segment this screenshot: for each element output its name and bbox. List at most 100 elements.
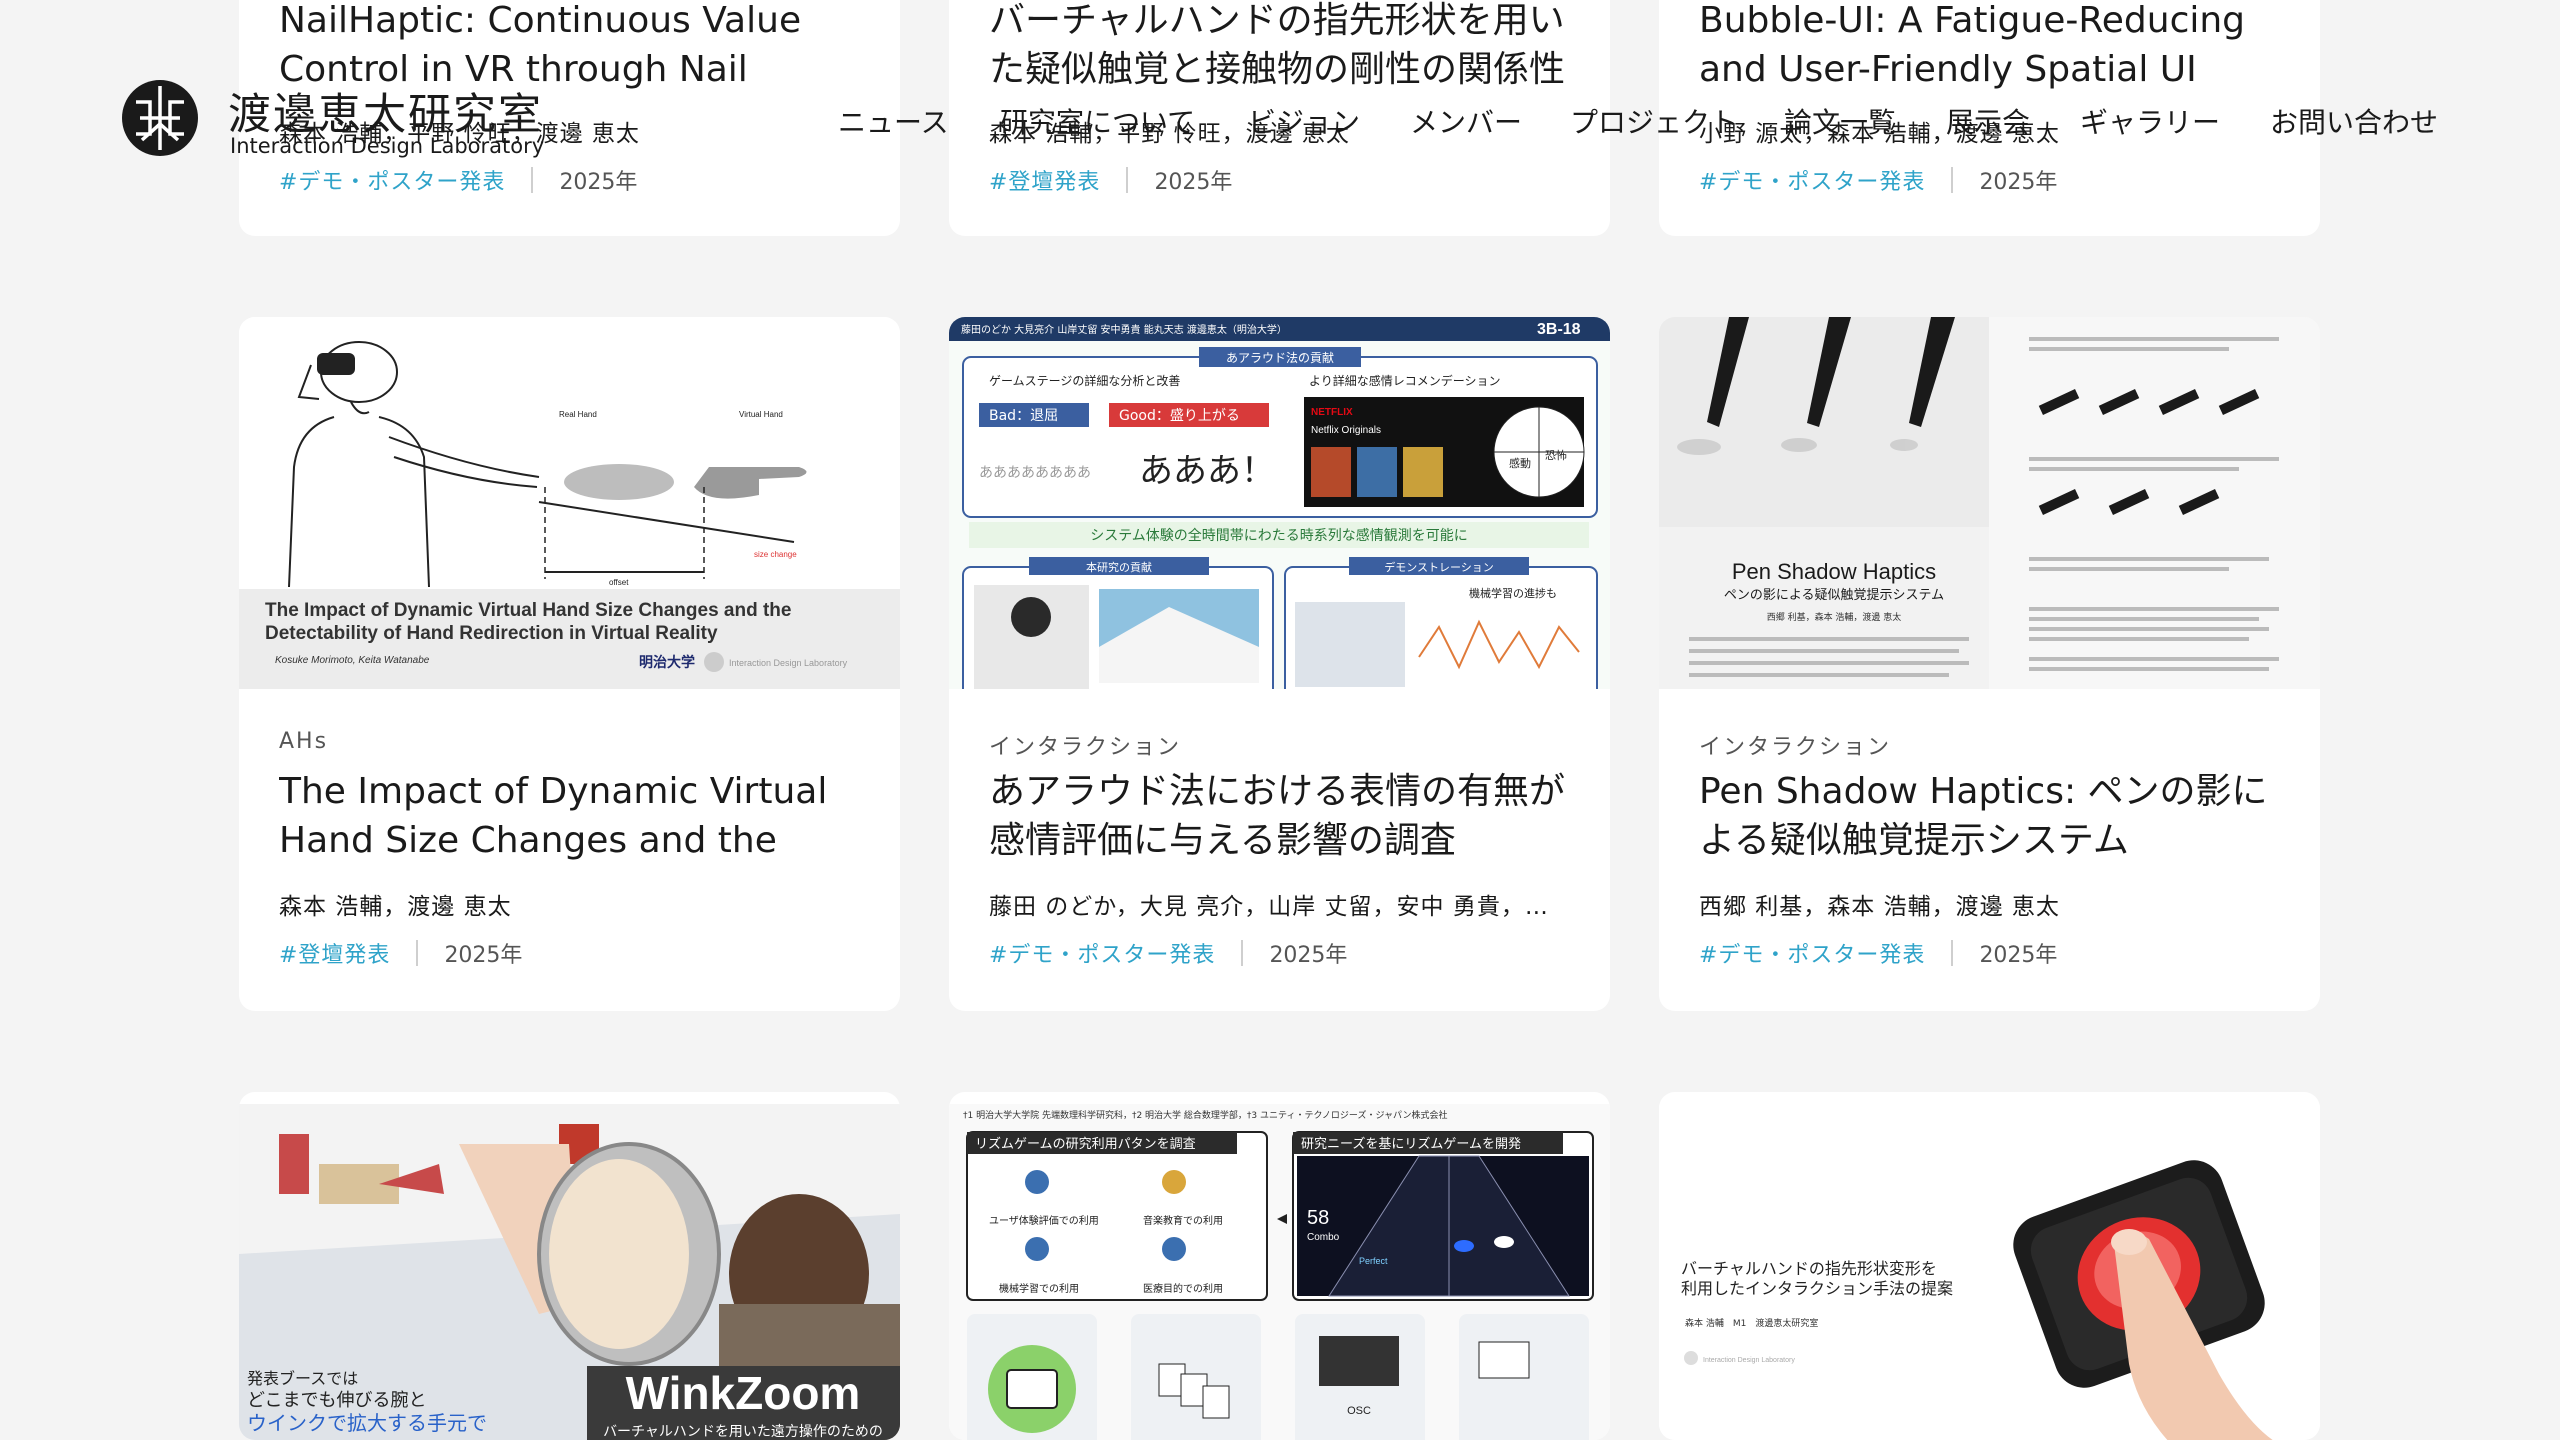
thumb-line: バーチャルハンドの指先形状変形を [1681, 1259, 1937, 1278]
thumb-combo-num: 58 [1307, 1207, 1329, 1229]
thumb-sub: バーチャルハンドを用いた遠方操作のための [603, 1424, 883, 1440]
thumb-good: Good：盛り上がる [1119, 408, 1240, 424]
thumb-originals: Netflix Originals [1311, 425, 1381, 436]
thumb-label: Real Hand [559, 410, 597, 419]
divider [1241, 940, 1244, 966]
thumb-line: どこまでも伸びる腕と [247, 1390, 426, 1411]
thumb-osc: OSC [1347, 1405, 1371, 1417]
divider [1126, 167, 1129, 193]
thumb-label: Virtual Hand [739, 410, 783, 419]
card-year: 2025年 [444, 943, 523, 968]
thumb-combo: Combo [1307, 1232, 1340, 1243]
thumb-lab: Interaction Design Laboratory [729, 658, 848, 668]
thumb-perfect: Perfect [1359, 1256, 1388, 1266]
thumb-big: WinkZoom [626, 1367, 861, 1419]
thumb-bad: Bad：退屈 [989, 408, 1058, 424]
card-tag[interactable]: #デモ・ポスター発表 [989, 937, 1215, 969]
thumb-label: offset [609, 578, 629, 587]
thumb-line: ウインクで拡大する手元で [247, 1411, 487, 1435]
card-tag[interactable]: #デモ・ポスター発表 [1699, 937, 1925, 969]
card-authors: 藤田 のどか，大見 亮介，山岸 丈留，安中 勇貴，能丸 天... [989, 894, 1570, 920]
project-card[interactable]: バーチャルハンドの指先形状変形を 利用したインタラクション手法の提案 森本 浩輔… [1659, 1092, 2320, 1440]
thumb-aaa: ああああああああ [979, 465, 1091, 481]
thumb-box: リズムゲームの研究利用パタンを調査 [975, 1136, 1196, 1152]
project-card[interactable]: 藤田のどか 大見亮介 山岸丈留 安中勇貴 能丸天志 渡邊恵太（明治大学） 3B-… [949, 317, 1610, 1011]
project-card[interactable]: Real Hand Virtual Hand offset size chang… [239, 317, 900, 1011]
card-tag[interactable]: #登壇発表 [279, 937, 390, 969]
thumb-ml: 機械学習の進捗も [1469, 586, 1557, 600]
nav-members[interactable]: メンバー [1410, 101, 1522, 141]
card-title[interactable]: Pen Shadow Haptics: ペンの影による疑似触覚提示システム [1699, 767, 2280, 865]
card-year: 2025年 [1269, 943, 1348, 968]
card-thumbnail[interactable]: Pen Shadow Haptics ペンの影による疑似触覚提示システム 西郷 … [1659, 317, 2320, 689]
thumb-title: Pen Shadow Haptics [1732, 559, 1936, 584]
thumb-netflix: NETFLIX [1311, 407, 1353, 418]
thumb-univ: 明治大学 [639, 654, 695, 670]
card-category: インタラクション [1699, 735, 1892, 760]
thumb-use: 医療目的での利用 [1143, 1282, 1223, 1295]
nav-papers[interactable]: 論文一覧 [1784, 101, 1896, 141]
nav-projects[interactable]: プロジェクト [1570, 101, 1738, 141]
thumb-big: あああ！ [1139, 451, 1275, 491]
thumb-use: 音楽教育での利用 [1143, 1214, 1223, 1227]
thumb-pie: 感動 [1509, 456, 1531, 470]
thumb-caption: The Impact of Dynamic Virtual Hand Size … [265, 600, 792, 644]
card-thumbnail[interactable]: Real Hand Virtual Hand offset size chang… [239, 317, 900, 689]
project-card[interactable]: Pen Shadow Haptics ペンの影による疑似触覚提示システム 西郷 … [1659, 317, 2320, 1011]
thumb-sub: ゲームステージの詳細な分析と改善 [989, 373, 1180, 388]
thumb-use: 機械学習での利用 [999, 1282, 1079, 1295]
thumb-authors: 藤田のどか 大見亮介 山岸丈留 安中勇貴 能丸天志 渡邊恵太（明治大学） [961, 323, 1287, 336]
divider [416, 940, 419, 966]
divider [531, 167, 534, 193]
card-tag[interactable]: #デモ・ポスター発表 [279, 164, 505, 196]
thumb-label: size change [754, 550, 797, 559]
card-tag[interactable]: #登壇発表 [989, 164, 1100, 196]
thumb-sub: より詳細な感情レコメンデーション [1309, 373, 1501, 388]
nav-gallery[interactable]: ギャラリー [2080, 101, 2220, 141]
lab-subtitle: Interaction Design Laboratory [230, 134, 545, 158]
card-thumbnail[interactable]: †1 明治大学大学院 先端数理科学研究科，†2 明治大学 総合数理学部，†3 ユ… [949, 1092, 1610, 1440]
card-thumbnail[interactable]: WinkZoom バーチャルハンドを用いた遠方操作のための 発表ブースでは どこ… [239, 1092, 900, 1440]
thumb-names: Kosuke Morimoto, Keita Watanabe [275, 655, 430, 666]
thumb-names: 森本 浩輔 M1 渡邊恵太研究室 [1685, 1317, 1818, 1329]
nav-vision[interactable]: ビジョン [1248, 101, 1360, 141]
card-category: インタラクション [989, 735, 1182, 760]
thumb-section: デモンストレーション [1384, 560, 1494, 574]
thumb-box: 研究ニーズを基にリズムゲームを開発 [1301, 1136, 1521, 1152]
thumb-use: ユーザ体験評価での利用 [989, 1214, 1099, 1227]
project-card[interactable]: †1 明治大学大学院 先端数理科学研究科，†2 明治大学 総合数理学部，†3 ユ… [949, 1092, 1610, 1440]
thumb-affil: †1 明治大学大学院 先端数理科学研究科，†2 明治大学 総合数理学部，†3 ユ… [963, 1109, 1447, 1121]
card-authors: 西郷 利基，森本 浩輔，渡邊 恵太 [1699, 894, 2060, 920]
card-tag[interactable]: #デモ・ポスター発表 [1699, 164, 1925, 196]
project-card[interactable]: WinkZoom バーチャルハンドを用いた遠方操作のための 発表ブースでは どこ… [239, 1092, 900, 1440]
lab-logo-icon[interactable] [120, 78, 200, 158]
card-year: 2025年 [1979, 170, 2058, 195]
thumb-line: 発表ブースでは [247, 1369, 358, 1388]
card-thumbnail[interactable]: バーチャルハンドの指先形状変形を 利用したインタラクション手法の提案 森本 浩輔… [1659, 1092, 2320, 1440]
card-title[interactable]: The Impact of Dynamic Virtual Hand Size … [279, 767, 860, 865]
card-year: 2025年 [559, 170, 638, 195]
thumb-section: あアラウド法の貢献 [1226, 350, 1334, 365]
divider [1951, 167, 1954, 193]
thumb-lab: Interaction Design Laboratory [1703, 1357, 1795, 1364]
thumb-section: 本研究の貢献 [1086, 560, 1152, 574]
thumb-pie: 恐怖 [1545, 448, 1567, 462]
card-thumbnail[interactable]: 藤田のどか 大見亮介 山岸丈留 安中勇貴 能丸天志 渡邊恵太（明治大学） 3B-… [949, 317, 1610, 689]
card-title[interactable]: バーチャルハンドの指先形状を用いた疑似触覚と接触物の剛性の関係性 [989, 0, 1570, 94]
lab-name[interactable]: 渡邊恵太研究室 [228, 80, 543, 142]
thumb-names: 西郷 利基，森本 浩輔，渡邊 恵太 [1767, 611, 1902, 623]
nav-exhibitions[interactable]: 展示会 [1946, 101, 2030, 141]
thumb-subtitle: ペンの影による疑似触覚提示システム [1724, 587, 1944, 603]
thumb-line: 利用したインタラクション手法の提案 [1681, 1279, 1953, 1298]
card-title[interactable]: Bubble-UI: A Fatigue-Reducing and User-F… [1699, 0, 2280, 94]
card-year: 2025年 [1979, 943, 2058, 968]
thumb-band: システム体験の全時間帯にわたる時系列な感情観測を可能に [1090, 527, 1468, 544]
card-year: 2025年 [1154, 170, 1233, 195]
nav-news[interactable]: ニュース [838, 101, 949, 141]
card-title[interactable]: あアラウド法における表情の有無が感情評価に与える影響の調査 [989, 767, 1570, 865]
nav-about[interactable]: 研究室について [1000, 101, 1195, 141]
nav-contact[interactable]: お問い合わせ [2270, 101, 2438, 141]
thumb-code: 3B-18 [1537, 321, 1581, 338]
card-category: AHs [279, 729, 329, 754]
card-authors: 森本 浩輔，渡邊 恵太 [279, 894, 512, 920]
